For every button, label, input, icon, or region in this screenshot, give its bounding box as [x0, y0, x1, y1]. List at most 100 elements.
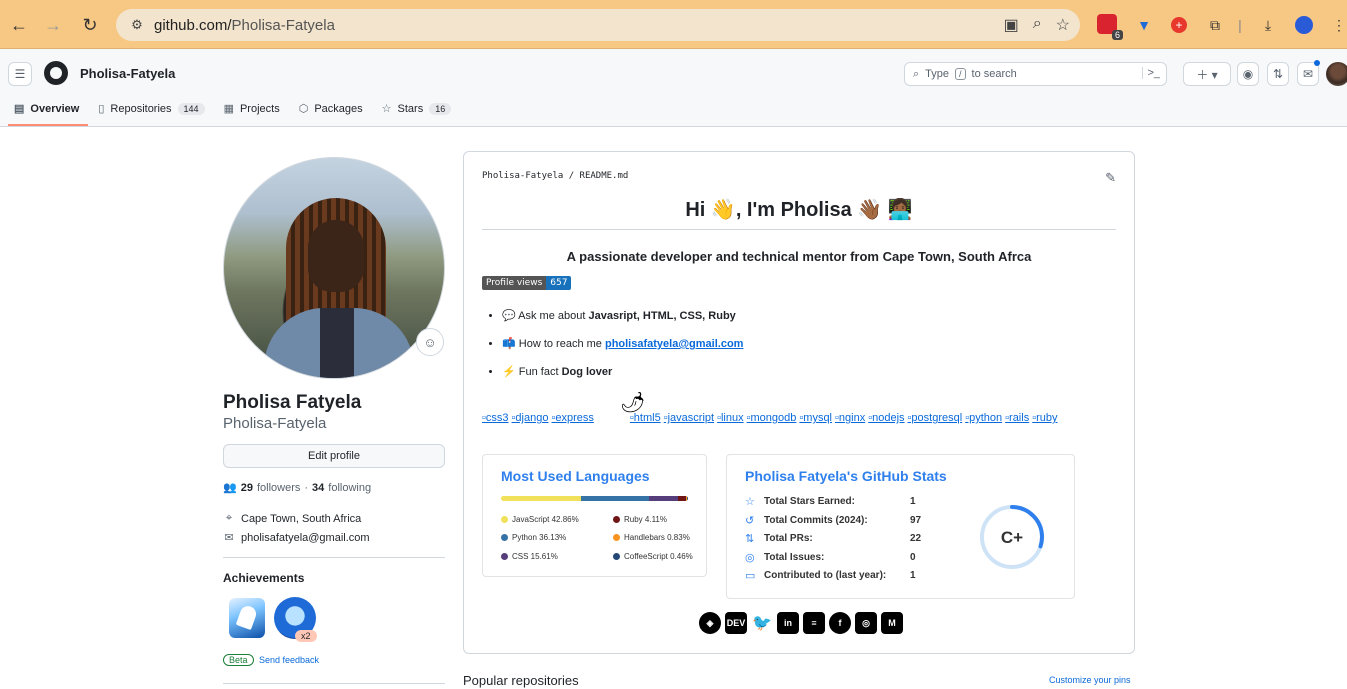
edit-profile-button[interactable]: Edit profile	[223, 444, 445, 468]
achievements-heading[interactable]: Achievements	[223, 571, 304, 585]
reload-icon[interactable]: ↻	[77, 12, 103, 38]
twitter-icon[interactable]: 🐦	[751, 612, 773, 634]
tech-icon-ruby[interactable]: ▫ruby	[1032, 412, 1057, 424]
languages-card-title: Most Used Languages	[501, 468, 650, 484]
lang-color-dot	[613, 553, 620, 560]
dev-icon[interactable]: DEV	[725, 612, 747, 634]
profile-icon[interactable]	[1295, 16, 1313, 34]
languages-card[interactable]: Most Used Languages JavaScript 42.86% Pyt…	[482, 454, 707, 577]
tech-icon-mysql[interactable]: ▫mysql	[799, 412, 832, 424]
lang-legend-item: Python 36.13%	[501, 533, 566, 542]
back-icon[interactable]: ←	[6, 12, 32, 38]
download-icon[interactable]: ⤓	[1257, 14, 1279, 36]
stats-label: Total Issues:	[764, 551, 825, 563]
tech-icon-nodejs[interactable]: ▫nodejs	[868, 412, 904, 424]
stats-row: ☆ Total Stars Earned: 1	[745, 495, 916, 508]
stats-label: Total Stars Earned:	[764, 496, 855, 507]
pull-requests-icon[interactable]: ⇅	[1267, 62, 1289, 86]
github-logo-icon[interactable]	[44, 61, 68, 85]
tech-icon-express[interactable]: ▫express	[551, 412, 593, 424]
issues-icon[interactable]: ◉	[1237, 62, 1259, 86]
readme-heading: Hi 👋, I'm Pholisa 👋🏾 👩🏾‍💻	[685, 199, 913, 221]
beta-label: Beta	[223, 654, 254, 666]
extension-vee-icon[interactable]: ▼	[1133, 14, 1155, 36]
extension-red-icon[interactable]: 6	[1097, 14, 1123, 40]
create-new-button[interactable]: ＋ ▾	[1183, 62, 1231, 86]
bookmark-star-icon[interactable]: ☆	[1056, 15, 1070, 35]
tech-icon-mongodb[interactable]: ▫mongodb	[747, 412, 797, 424]
notification-dot	[1314, 60, 1320, 66]
address-bar[interactable]: ⚙ github.com/Pholisa-Fatyela ▣ ⌕ ☆	[116, 9, 1080, 41]
site-settings-icon[interactable]: ⚙	[128, 16, 146, 34]
tech-icon-postgresql[interactable]: ▫postgresql	[908, 412, 963, 424]
stackoverflow-icon[interactable]: ≡	[803, 612, 825, 634]
extensions-puzzle-icon[interactable]: ⧉	[1204, 14, 1226, 36]
tech-icon-linux[interactable]: ▫linux	[717, 412, 744, 424]
codepen-icon[interactable]: ◈	[699, 612, 721, 634]
instagram-icon[interactable]: ◎	[855, 612, 877, 634]
search-icon: ⌕	[913, 67, 920, 80]
browser-menu-icon[interactable]: ⋮	[1328, 14, 1347, 36]
zoom-icon[interactable]: ⌕	[1033, 15, 1042, 35]
linkedin-icon[interactable]: in	[777, 612, 799, 634]
repo-icon: ▯	[98, 103, 105, 115]
rank-grade: C+	[1001, 528, 1023, 547]
sidebar-divider-2	[223, 683, 445, 684]
header-username[interactable]: Pholisa-Fatyela	[80, 66, 175, 81]
location-icon: ⌖	[225, 512, 233, 524]
stats-value: 1	[910, 496, 916, 507]
tab-projects[interactable]: ▦ Projects	[224, 99, 289, 125]
edit-readme-pencil-icon[interactable]: ✎	[1105, 170, 1116, 186]
tech-icon-django[interactable]: ▫django	[512, 412, 549, 424]
profile-email[interactable]: ✉ pholisafatyela@gmail.com	[223, 531, 369, 545]
social-links: ◈ DEV 🐦 in ≡ f ◎ M	[699, 612, 903, 634]
tech-icon-html5[interactable]: ▫html5	[630, 412, 661, 424]
user-avatar[interactable]	[1326, 62, 1347, 86]
tab-overview[interactable]: ▤ Overview	[7, 99, 89, 126]
customize-pins-link[interactable]: Customize your pins	[1049, 675, 1131, 685]
lightning-icon: ⚡	[502, 366, 516, 378]
install-app-icon[interactable]: ▣	[1004, 15, 1019, 35]
lang-color-dot	[613, 516, 620, 523]
stars-counter: 16	[429, 102, 452, 115]
lang-color-dot	[501, 516, 508, 523]
set-status-smiley-icon[interactable]: ☺	[416, 328, 444, 356]
issue-icon: ◎	[745, 551, 755, 564]
url-text: github.com/Pholisa-Fatyela	[154, 16, 335, 34]
forward-icon[interactable]: →	[40, 12, 66, 38]
list-item: ⚡ Fun fact Dog lover	[502, 365, 743, 379]
facebook-icon[interactable]: f	[829, 612, 851, 634]
search-input[interactable]: ⌕ Type / to search >_	[904, 62, 1167, 86]
achievement-multiplier: x2	[295, 630, 317, 642]
heading-rule	[482, 229, 1116, 230]
following-count[interactable]: 34	[312, 482, 324, 494]
people-icon: 👥	[223, 482, 237, 494]
tech-icon-python[interactable]: ▫python	[965, 412, 1002, 424]
profile-avatar-large[interactable]	[223, 157, 445, 379]
follow-stats: 👥 29 followers · 34 following	[223, 481, 372, 495]
m-icon[interactable]: M	[881, 612, 903, 634]
tab-packages[interactable]: ⬡ Packages	[299, 99, 372, 125]
hamburger-menu-icon[interactable]: ☰	[8, 62, 32, 86]
followers-link[interactable]: followers	[257, 482, 300, 494]
stats-row: ↺ Total Commits (2024): 97	[745, 514, 921, 527]
stats-card[interactable]: Pholisa Fatyela's GitHub Stats ☆ Total St…	[726, 454, 1075, 599]
profile-login: Pholisa-Fatyela	[223, 415, 327, 432]
tech-icon-css3[interactable]: ▫css3	[482, 412, 509, 424]
tab-stars[interactable]: ☆ Stars 16	[382, 99, 461, 125]
tab-repositories[interactable]: ▯ Repositories 144	[98, 99, 213, 125]
tech-icon-rails[interactable]: ▫rails	[1005, 412, 1029, 424]
achievement-badge-pull-shark[interactable]	[229, 598, 265, 638]
lang-legend-item: CoffeeScript 0.46%	[613, 552, 693, 561]
send-feedback-link[interactable]: Send feedback	[259, 655, 319, 665]
following-link[interactable]: following	[328, 482, 371, 494]
stats-label: Total Commits (2024):	[764, 514, 868, 526]
email-link[interactable]: pholisafatyela@gmail.com	[605, 338, 744, 350]
extension-plus-icon[interactable]: +	[1171, 17, 1187, 33]
lang-bar-segment	[501, 496, 582, 501]
tech-icon-javascript[interactable]: ▫javascript	[664, 412, 714, 424]
tech-icon-nginx[interactable]: ▫nginx	[835, 412, 865, 424]
command-palette-icon[interactable]: >_	[1142, 67, 1160, 79]
lang-bar-segment	[677, 496, 686, 501]
followers-count[interactable]: 29	[241, 482, 253, 494]
